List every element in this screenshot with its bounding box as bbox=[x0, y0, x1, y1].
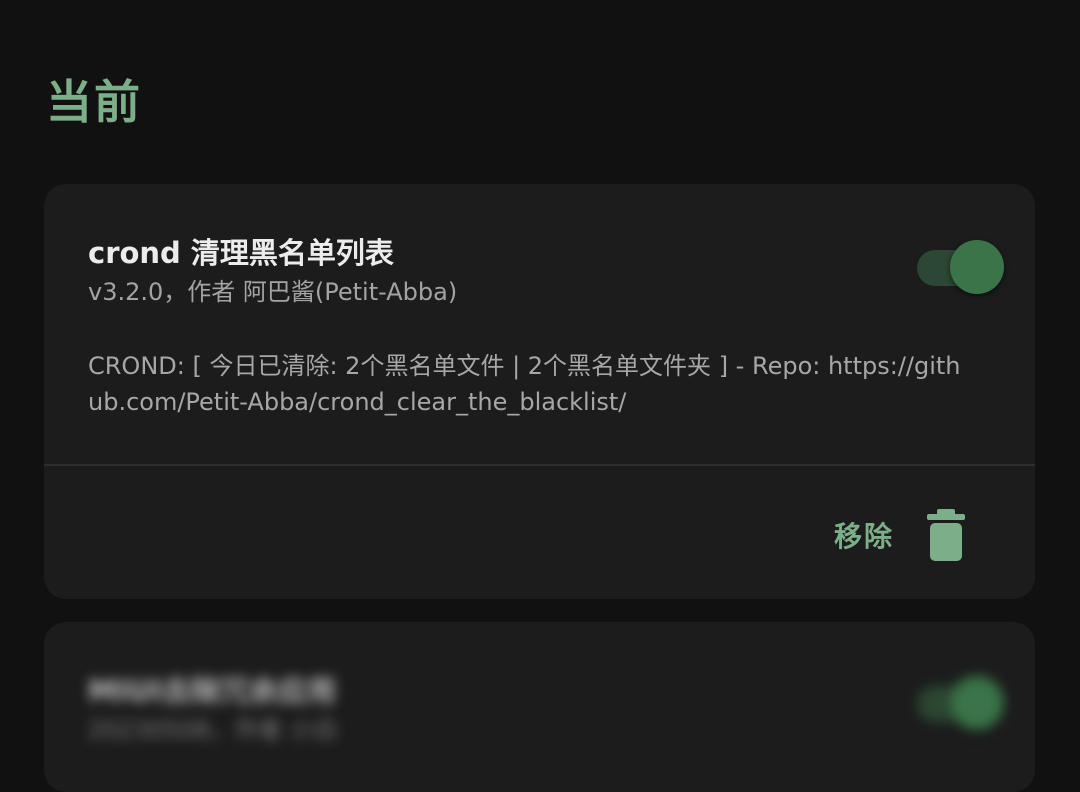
card-divider bbox=[44, 464, 1035, 466]
module-name: crond 清理黑名单列表 bbox=[88, 236, 394, 270]
section-title: 当前 bbox=[46, 75, 142, 129]
trash-icon bbox=[927, 509, 966, 561]
blurred-content: MIUI去除冗余应用 20230508，作者 小白 bbox=[44, 622, 1035, 792]
module-enable-toggle[interactable] bbox=[917, 240, 1005, 296]
remove-label: 移除 bbox=[834, 520, 895, 553]
module-description: CROND: [ 今日已清除: 2个黑名单文件 | 2个黑名单文件夹 ] - R… bbox=[88, 352, 961, 416]
module-meta: v3.2.0，作者 阿巴酱(Petit-Abba) bbox=[88, 278, 458, 306]
remove-button[interactable]: 移除 bbox=[834, 506, 966, 564]
module-meta: 20230508，作者 小白 bbox=[88, 716, 338, 744]
toggle-thumb bbox=[950, 240, 1004, 294]
module-enable-toggle[interactable] bbox=[917, 676, 1005, 732]
module-card-crond: crond 清理黑名单列表 v3.2.0，作者 阿巴酱(Petit-Abba) … bbox=[44, 184, 1035, 599]
module-card-blurred: MIUI去除冗余应用 20230508，作者 小白 bbox=[44, 622, 1035, 792]
toggle-thumb bbox=[950, 676, 1004, 730]
module-name: MIUI去除冗余应用 bbox=[88, 674, 336, 708]
